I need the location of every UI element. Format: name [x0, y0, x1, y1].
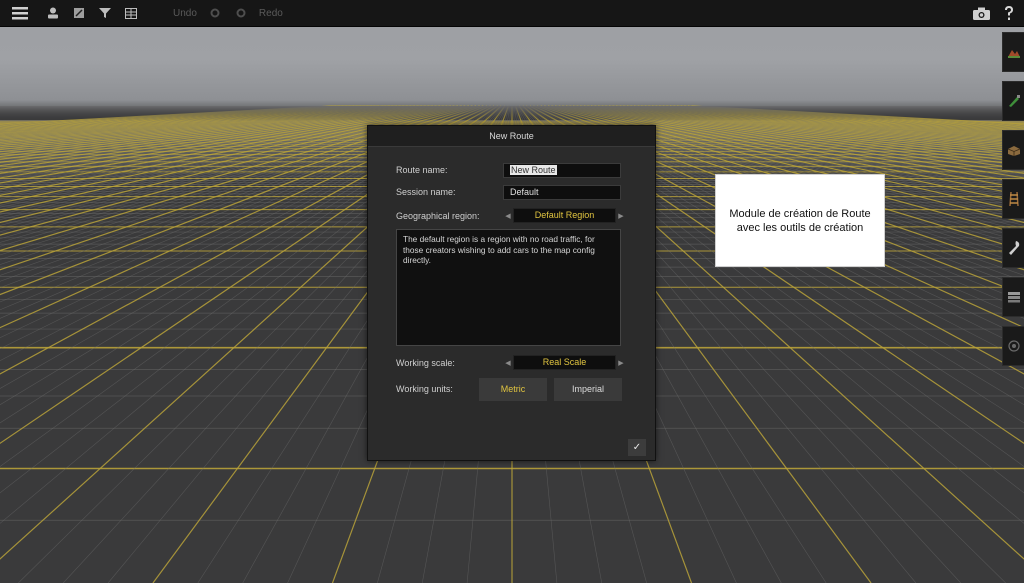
filter-icon[interactable]: [92, 0, 118, 27]
annotation-box: Module de création de Route avec les out…: [715, 174, 885, 267]
user-icon[interactable]: [40, 0, 66, 27]
redo-gear-icon[interactable]: [228, 0, 254, 27]
annotation-line-2: avec les outils de création: [736, 221, 864, 234]
scale-label: Working scale:: [396, 358, 455, 368]
region-value[interactable]: Default Region: [513, 208, 616, 223]
scale-selector: ◀ Real Scale ▶: [503, 355, 626, 370]
redo-button[interactable]: Redo: [254, 8, 288, 19]
region-selector: ◀ Default Region ▶: [503, 208, 626, 223]
grid-icon[interactable]: [118, 0, 144, 27]
region-prev-arrow-icon[interactable]: ◀: [503, 212, 513, 220]
side-tool-palette: [1002, 32, 1024, 375]
route-name-value: New Route: [510, 165, 557, 175]
new-route-dialog: New Route Route name: New Route Session …: [367, 125, 656, 461]
route-name-label: Route name:: [396, 165, 448, 175]
region-next-arrow-icon[interactable]: ▶: [616, 212, 626, 220]
edit-icon[interactable]: [66, 0, 92, 27]
scale-value[interactable]: Real Scale: [513, 355, 616, 370]
region-label: Geographical region:: [396, 211, 480, 221]
top-toolbar: Undo Redo: [0, 0, 1024, 27]
help-icon[interactable]: [994, 0, 1024, 27]
camera-icon[interactable]: [968, 0, 994, 27]
track-tool-icon[interactable]: [1002, 179, 1024, 219]
paint-tool-icon[interactable]: [1002, 81, 1024, 121]
layers-tool-icon[interactable]: [1002, 277, 1024, 317]
object-tool-icon[interactable]: [1002, 130, 1024, 170]
scale-prev-arrow-icon[interactable]: ◀: [503, 359, 513, 367]
scale-next-arrow-icon[interactable]: ▶: [616, 359, 626, 367]
menu-icon[interactable]: [0, 0, 40, 27]
undo-button[interactable]: Undo: [168, 8, 202, 19]
misc-tool-icon[interactable]: [1002, 326, 1024, 366]
dialog-title: New Route: [368, 126, 655, 147]
region-description: The default region is a region with no r…: [396, 229, 621, 346]
wrench-tool-icon[interactable]: [1002, 228, 1024, 268]
undo-gear-icon[interactable]: [202, 0, 228, 27]
units-label: Working units:: [396, 384, 453, 394]
annotation-line-1: Module de création de Route: [729, 207, 871, 220]
session-name-input[interactable]: Default: [503, 185, 621, 200]
confirm-button[interactable]: ✓: [628, 439, 646, 456]
annotation-text: Module de création de Route avec les out…: [729, 207, 870, 235]
session-name-label: Session name:: [396, 187, 456, 197]
terrain-tool-icon[interactable]: [1002, 32, 1024, 72]
editor-viewport[interactable]: Undo Redo New Route Route name: New Rout…: [0, 0, 1024, 583]
metric-button[interactable]: Metric: [479, 378, 547, 401]
route-name-input[interactable]: New Route: [503, 163, 621, 178]
imperial-button[interactable]: Imperial: [554, 378, 622, 401]
